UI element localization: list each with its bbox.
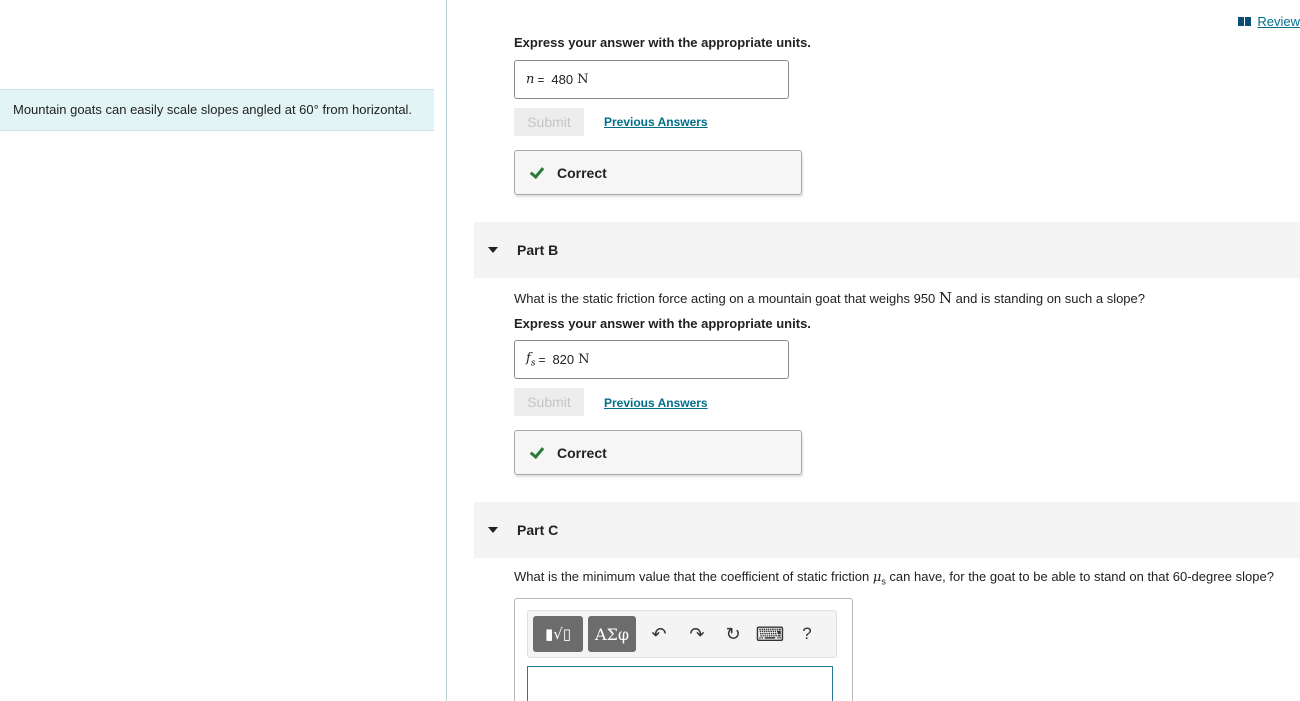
units-prompt-part-b: Express your answer with the appropriate… (514, 316, 811, 331)
correct-feedback-part-a: Correct (514, 150, 802, 195)
question-text: What is the minimum value that the coeff… (514, 569, 873, 584)
part-title: Part B (517, 242, 559, 258)
correct-feedback-part-b: Correct (514, 430, 802, 475)
part-c-header[interactable]: Part C (474, 502, 1300, 558)
feedback-label: Correct (557, 444, 607, 461)
part-title: Part C (517, 522, 559, 538)
book-icon (1238, 17, 1252, 26)
caret-down-icon (488, 527, 498, 533)
answer-variable: fs (526, 351, 535, 369)
answer-field-part-a[interactable]: n = 480 N (514, 60, 789, 99)
checkmark-icon (529, 445, 545, 461)
equals-sign: = (538, 352, 546, 367)
symbols-button[interactable]: ΑΣφ (588, 616, 636, 652)
variable-subscript: s (530, 358, 536, 369)
question-part-c: What is the minimum value that the coeff… (514, 569, 1274, 587)
reset-icon[interactable]: ↻ (720, 621, 746, 647)
answer-unit: N (577, 72, 589, 87)
previous-answers-link-part-b[interactable]: Previous Answers (604, 396, 708, 410)
math-editor: ▮√▯ ΑΣφ ↶ ↷ ↻ ⌨ ? (514, 598, 853, 701)
intro-text: Mountain goats can easily scale slopes a… (13, 102, 314, 117)
undo-icon[interactable]: ↶ (646, 621, 672, 647)
answer-variable: n (526, 72, 535, 87)
math-toolbar: ▮√▯ ΑΣφ ↶ ↷ ↻ ⌨ ? (527, 610, 837, 658)
templates-button[interactable]: ▮√▯ (533, 616, 583, 652)
question-part-b: What is the static friction force acting… (514, 289, 1145, 307)
problem-pane: Mountain goats can easily scale slopes a… (0, 0, 447, 701)
question-text: What is the static friction force acting… (514, 291, 939, 306)
answer-value: 480 (551, 72, 574, 87)
redo-icon[interactable]: ↷ (684, 621, 710, 647)
review-label: Review (1257, 14, 1300, 29)
help-icon[interactable]: ? (794, 621, 820, 647)
answer-field-part-b[interactable]: fs = 820 N (514, 340, 789, 379)
units-prompt-part-a: Express your answer with the appropriate… (514, 35, 811, 50)
feedback-label: Correct (557, 164, 607, 181)
question-text-end: can have, for the goat to be able to sta… (885, 569, 1274, 584)
math-answer-input[interactable] (527, 666, 833, 701)
answer-value: 820 (552, 352, 575, 367)
previous-answers-link-part-a[interactable]: Previous Answers (604, 115, 708, 129)
intro-text-end: from horizontal. (318, 102, 413, 117)
problem-intro: Mountain goats can easily scale slopes a… (0, 89, 434, 131)
question-unit: N (938, 289, 953, 307)
submit-button-part-b[interactable]: Submit (514, 388, 584, 416)
checkmark-icon (529, 165, 545, 181)
answer-unit: N (578, 352, 590, 367)
caret-down-icon (488, 247, 498, 253)
part-b-header[interactable]: Part B (474, 222, 1300, 278)
question-text-end: and is standing on such a slope? (952, 291, 1145, 306)
review-link[interactable]: Review (1238, 14, 1300, 29)
submit-button-part-a[interactable]: Submit (514, 108, 584, 136)
equals-sign: = (537, 72, 545, 87)
keyboard-icon[interactable]: ⌨ (756, 621, 785, 647)
